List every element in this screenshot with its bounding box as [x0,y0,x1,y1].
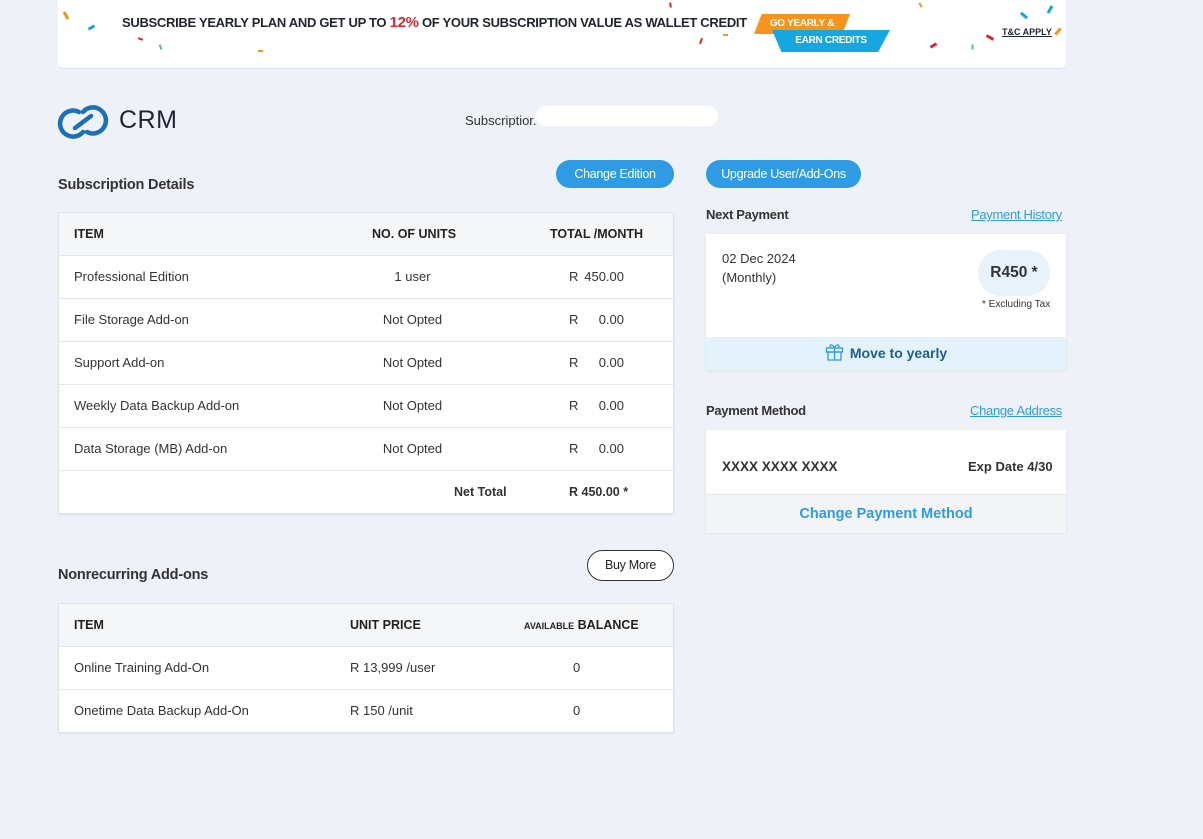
confetti-decoration [985,34,995,41]
product-name: CRM [119,106,178,134]
next-payment-label: Next Payment [706,207,789,222]
move-to-yearly-button[interactable]: Move to yearly [706,337,1066,370]
terms-link[interactable]: T&C APPLY [1002,27,1052,37]
table-row: Online Training Add-On R 13,999 /user 0 [59,647,673,690]
row-amount: 450.00 [584,269,624,284]
column-total: TOTAL /MONTH [550,227,644,241]
net-total-row: Net Total R 450.00 * [59,471,673,513]
row-price: R 13,999 /user [350,660,436,675]
crm-logo-icon [57,105,109,139]
buy-more-button[interactable]: Buy More [587,550,674,581]
row-units: Not Opted [382,312,443,327]
banner-text-start: SUBSCRIBE YEARLY PLAN AND GET UP TO [122,15,390,30]
row-currency: R [569,398,579,413]
confetti-decoration [258,50,263,52]
table-row: Support Add-on Not Opted R 0.00 [59,342,673,385]
row-price: R 150 /unit [350,703,413,718]
row-amount: 0.00 [598,398,624,413]
go-yearly-badge[interactable]: GO YEARLY & EARN CREDITS [754,14,894,52]
change-payment-method-button[interactable]: Change Payment Method [706,494,1066,533]
confetti-decoration [669,2,672,8]
table-header: ITEM UNIT PRICE AVAILABLE BALANCE [59,604,673,647]
column-units: NO. OF UNITS [372,227,457,241]
confetti-decoration [723,34,728,36]
row-amount: 0.00 [598,441,624,456]
row-currency: R [569,441,579,456]
billing-cycle: (Monthly) [722,270,777,285]
confetti-decoration [158,44,163,50]
confetti-decoration [1046,5,1054,14]
table-row: Professional Edition 1 user R 450.00 [59,256,673,299]
nonrecurring-title: Nonrecurring Add-ons [58,567,209,583]
subscription-table: ITEM NO. OF UNITS TOTAL /MONTH Professio… [58,212,674,514]
promo-banner[interactable]: SUBSCRIBE YEARLY PLAN AND GET UP TO 12% … [58,0,1066,69]
row-units: Not Opted [382,355,443,370]
table-header: ITEM NO. OF UNITS TOTAL /MONTH [59,213,673,256]
change-address-link[interactable]: Change Address [970,403,1062,418]
banner-percent: 12% [389,14,419,31]
row-amount: 0.00 [598,355,624,370]
row-item: Data Storage (MB) Add-on [74,441,228,456]
confetti-decoration [929,42,938,49]
row-currency: R [569,312,579,327]
subscription-id-redacted [536,106,718,126]
row-item: Weekly Data Backup Add-on [74,398,240,413]
confetti-decoration [62,11,70,20]
confetti-decoration [1019,11,1029,20]
row-balance: 0 [573,703,581,718]
net-total-value: R 450.00 * [569,485,629,499]
row-item: File Storage Add-on [74,312,189,327]
column-item: ITEM [74,227,104,241]
column-unit-price: UNIT PRICE [350,618,421,632]
confetti-decoration [137,37,144,41]
next-payment-date: 02 Dec 2024 [722,251,796,266]
card-expiry: Exp Date 4/30 [968,459,1053,474]
next-payment-card: 02 Dec 2024 (Monthly) R450 * * Excluding… [706,234,1066,370]
move-to-yearly-label: Move to yearly [849,345,948,361]
column-item: ITEM [74,618,104,632]
row-units: 1 user [394,269,431,284]
net-total-label: Net Total [454,485,507,499]
row-units: Not Opted [382,398,443,413]
row-currency: R [569,269,579,284]
card-number: XXXX XXXX XXXX [722,459,838,474]
subscription-details-title: Subscription Details [58,177,195,193]
banner-text: SUBSCRIBE YEARLY PLAN AND GET UP TO 12% … [122,14,747,31]
confetti-decoration [918,2,923,8]
column-balance-label: BALANCE [574,618,639,632]
row-units: Not Opted [382,441,443,456]
next-payment-amount: R450 * [978,250,1050,296]
row-item: Onetime Data Backup Add-On [74,703,249,718]
table-row: Onetime Data Backup Add-On R 150 /unit 0 [59,690,673,732]
gift-icon [825,344,844,361]
row-item: Online Training Add-On [74,660,210,675]
payment-method-label: Payment Method [706,403,806,418]
confetti-decoration [971,44,974,50]
upgrade-addons-button[interactable]: Upgrade User/Add-Ons [706,160,861,188]
table-row: File Storage Add-on Not Opted R 0.00 [59,299,673,342]
tax-note: * Excluding Tax [982,299,1051,310]
column-available: AVAILABLE [524,621,575,631]
nonrecurring-table: ITEM UNIT PRICE AVAILABLE BALANCE Online… [58,603,674,733]
table-row: Weekly Data Backup Add-on Not Opted R 0.… [59,385,673,428]
banner-text-end: OF YOUR SUBSCRIPTION VALUE AS WALLET CRE… [418,15,747,30]
confetti-decoration [87,24,96,31]
payment-history-link[interactable]: Payment History [971,207,1062,222]
row-item: Support Add-on [74,355,165,370]
confetti-decoration [699,37,703,45]
row-currency: R [569,355,579,370]
payment-method-card: XXXX XXXX XXXX Exp Date 4/30 Change Paym… [706,430,1066,533]
subscription-id-label: Subscriptior. [465,113,537,128]
column-balance: AVAILABLE BALANCE [524,604,639,647]
row-balance: 0 [573,660,581,675]
row-amount: 0.00 [598,312,624,327]
change-edition-button[interactable]: Change Edition [556,160,674,188]
promo-line-2: EARN CREDITS [772,30,890,52]
table-row: Data Storage (MB) Add-on Not Opted R 0.0… [59,428,673,471]
confetti-decoration [1054,27,1062,36]
row-item: Professional Edition [74,269,189,284]
